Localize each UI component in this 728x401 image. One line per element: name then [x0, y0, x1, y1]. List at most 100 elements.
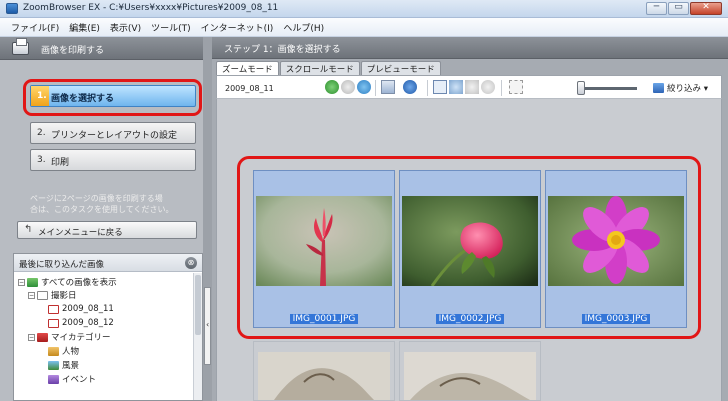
tree-item-date-0811[interactable]: 2009_08_11 — [48, 303, 114, 315]
tree-item-label: 2009_08_12 — [62, 318, 114, 328]
people-icon — [48, 346, 59, 356]
step-number: 2. — [37, 128, 46, 138]
tree-item-label: 人物 — [62, 347, 80, 357]
zoom-in-icon[interactable] — [449, 80, 463, 94]
calendar-icon — [37, 290, 48, 300]
tree-item-people[interactable]: 人物 — [48, 345, 79, 357]
all-images-icon — [27, 277, 38, 287]
menu-help[interactable]: ヘルプ(H) — [278, 21, 329, 34]
tree-item-label: 撮影日 — [51, 291, 77, 301]
tree-item-landscape[interactable]: 風景 — [48, 359, 79, 371]
panel-splitter[interactable]: ‹ — [203, 37, 212, 401]
tree-item-label: すべての画像を表示 — [41, 278, 117, 288]
folder-date: 2009_08_11 — [225, 84, 274, 93]
zoom-out-icon[interactable] — [465, 80, 479, 94]
close-button[interactable]: ✕ — [690, 2, 722, 15]
tree-item-my-category[interactable]: − マイカテゴリー — [28, 331, 111, 343]
menu-tools[interactable]: ツール(T) — [146, 21, 196, 34]
tab-zoom-mode[interactable]: ズームモード — [216, 61, 279, 76]
step-header: ステップ 1：画像を選択する — [212, 37, 728, 59]
tree-scrollbar[interactable] — [193, 273, 202, 400]
maximize-icon: ▭ — [674, 2, 683, 12]
toolbar-separator — [427, 80, 428, 96]
tab-preview-mode[interactable]: プレビューモード — [360, 61, 441, 75]
toolbar-separator — [375, 80, 376, 96]
tree-item-date-0812[interactable]: 2009_08_12 — [48, 317, 114, 329]
tree-item-shooting-date[interactable]: − 撮影日 — [28, 289, 77, 301]
collapse-icon[interactable]: ⊗ — [185, 257, 197, 269]
step-number: 3. — [37, 155, 46, 165]
fit-to-window-icon[interactable] — [509, 80, 523, 94]
menu-view[interactable]: 表示(V) — [105, 21, 146, 34]
step-label: 印刷 — [51, 158, 70, 168]
expander-icon[interactable]: − — [28, 333, 35, 341]
slider-thumb[interactable] — [577, 81, 585, 95]
landscape-icon — [48, 360, 59, 370]
tree-item-event[interactable]: イベント — [48, 373, 96, 385]
filter-button[interactable]: 絞り込み ▾ — [653, 82, 708, 94]
tree-item-label: 2009_08_11 — [62, 304, 114, 314]
close-icon: ✕ — [702, 2, 710, 12]
back-icon[interactable] — [325, 80, 339, 94]
maximize-button[interactable]: ▭ — [668, 2, 689, 15]
tree-item-label: イベント — [62, 375, 97, 385]
category-icon — [37, 332, 48, 342]
menu-edit[interactable]: 編集(E) — [64, 21, 105, 34]
collapse-left-icon: ‹ — [206, 320, 210, 329]
thumbnail-item[interactable] — [399, 341, 541, 401]
display-options-icon[interactable] — [381, 80, 395, 94]
filter-icon — [653, 83, 664, 93]
tip-line: 合は、このタスクを使用してください。 — [30, 205, 174, 214]
browser-toolbar: 2009_08_11 絞り込み ▾ — [216, 75, 722, 99]
forward-icon[interactable] — [341, 80, 355, 94]
step-title: ステップ 1：画像を選択する — [224, 45, 341, 55]
title-bar: ZoomBrowser EX - C:¥Users¥xxxx¥Pictures¥… — [0, 0, 728, 18]
tree-item-all-images[interactable]: − すべての画像を表示 — [18, 276, 117, 288]
menu-file[interactable]: ファイル(F) — [6, 21, 64, 34]
task-panel: 画像を印刷する 1. 画像を選択する 2. プリンターとレイアウトの設定 3. … — [0, 37, 203, 401]
expander-icon[interactable]: − — [18, 278, 25, 286]
menu-internet[interactable]: インターネット(I) — [196, 21, 279, 34]
thumbnail-image — [258, 352, 390, 400]
thumbnail-size-slider[interactable] — [581, 87, 637, 90]
select-pointer-icon[interactable] — [433, 80, 447, 94]
back-to-main-menu-button[interactable]: ↰ メインメニューに戻る — [17, 221, 197, 239]
up-folder-icon[interactable] — [357, 80, 371, 94]
step-printer-layout[interactable]: 2. プリンターとレイアウトの設定 — [30, 122, 196, 144]
tip-text: ページに2ページの画像を印刷する場 合は、このタスクを使用してください。 — [30, 193, 196, 215]
event-icon — [48, 374, 59, 384]
task-title: 画像を印刷する — [41, 46, 105, 56]
folder-tree-panel: 最後に取り込んだ画像 ⊗ − すべての画像を表示 − 撮影日 2009_08_1… — [13, 253, 203, 401]
tree-item-label: 風景 — [62, 361, 80, 371]
back-button-label: メインメニューに戻る — [38, 228, 123, 238]
scrollbar-thumb[interactable] — [195, 275, 201, 335]
filter-label: 絞り込み ▾ — [667, 84, 708, 94]
task-header: 画像を印刷する — [0, 37, 203, 60]
tip-line: ページに2ページの画像を印刷する場 — [30, 194, 163, 203]
thumbnail-item[interactable] — [253, 341, 395, 401]
thumbnail-image — [404, 352, 536, 400]
minimize-icon: ─ — [653, 2, 660, 12]
step-label: プリンターとレイアウトの設定 — [51, 131, 178, 141]
back-arrow-icon: ↰ — [24, 224, 33, 235]
window-title: ZoomBrowser EX - C:¥Users¥xxxx¥Pictures¥… — [23, 3, 279, 13]
highlight-frame-step — [23, 79, 202, 116]
toolbar-separator — [501, 80, 502, 96]
calendar-day-icon — [48, 318, 59, 328]
info-icon[interactable] — [403, 80, 417, 94]
minimize-button[interactable]: ─ — [646, 2, 667, 15]
tree-item-label: マイカテゴリー — [51, 333, 111, 343]
highlight-frame-thumbnails — [237, 156, 701, 339]
step-print[interactable]: 3. 印刷 — [30, 149, 196, 171]
rotate-icon[interactable] — [481, 80, 495, 94]
expander-icon[interactable]: − — [28, 291, 35, 299]
tree-title: 最後に取り込んだ画像 — [19, 260, 105, 270]
calendar-day-icon — [48, 304, 59, 314]
printer-icon — [12, 38, 29, 55]
splitter-grip[interactable]: ‹ — [204, 287, 211, 365]
app-icon — [6, 3, 18, 14]
view-mode-tabs: ズームモード スクロールモード プレビューモード — [216, 61, 442, 76]
menu-bar: ファイル(F) 編集(E) 表示(V) ツール(T) インターネット(I) ヘル… — [0, 18, 728, 37]
tab-scroll-mode[interactable]: スクロールモード — [279, 61, 360, 75]
tree-header: 最後に取り込んだ画像 ⊗ — [14, 254, 202, 272]
